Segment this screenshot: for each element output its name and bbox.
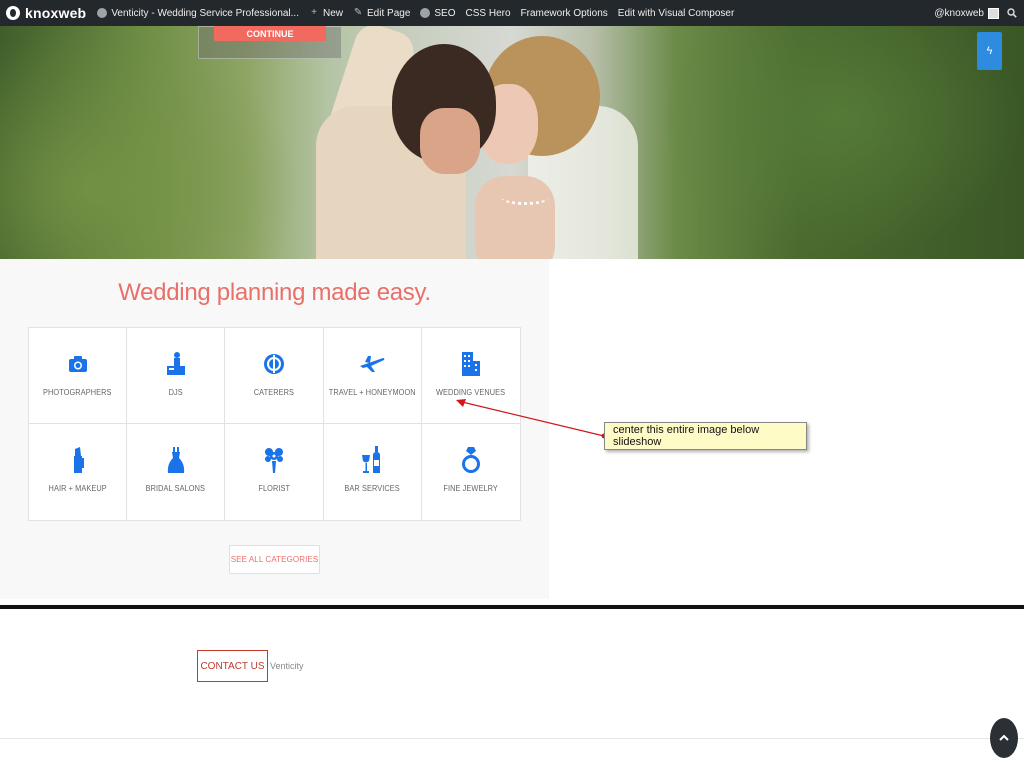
category-label: DJs <box>168 388 183 397</box>
category-label: BAR SERVICES <box>344 484 400 493</box>
building-icon <box>458 350 484 378</box>
category-label: CATERERS <box>253 388 295 397</box>
category-label: PHOTOGRAPHERS <box>43 388 112 397</box>
seo-label: SEO <box>434 7 456 19</box>
see-all-categories-button[interactable]: SEE ALL CATEGORIES <box>229 545 320 574</box>
dress-icon <box>163 446 189 474</box>
scroll-to-top-button[interactable] <box>990 718 1018 758</box>
admin-visual-composer[interactable]: Edit with Visual Composer <box>613 0 740 26</box>
category-label: HAIR + MAKEUP <box>48 484 107 493</box>
categories-panel: Wedding planning made easy. PHOTOGRAPHER… <box>0 259 549 599</box>
category-travel-honeymoon[interactable]: TRAVEL + HONEYMOON <box>323 328 422 424</box>
knoxweb-logo-icon <box>6 6 20 20</box>
category-djs[interactable]: DJs <box>127 328 226 424</box>
admin-framework-options[interactable]: Framework Options <box>516 0 613 26</box>
plate-icon <box>261 350 287 378</box>
category-bridal-salons[interactable]: BRIDAL SALONS <box>127 424 226 520</box>
user-label: @knoxweb <box>934 7 984 19</box>
bolt-button[interactable]: ϟ <box>977 32 1002 70</box>
site-title-label: Venticity - Wedding Service Professional… <box>111 7 299 19</box>
pencil-icon: ✎ <box>353 7 363 18</box>
continue-button[interactable]: CONTINUE <box>214 26 326 41</box>
category-photographers[interactable]: PHOTOGRAPHERS <box>29 328 128 424</box>
category-label: TRAVEL + HONEYMOON <box>328 388 416 397</box>
footer-brand: Venticity <box>270 661 304 671</box>
admin-search[interactable] <box>1004 0 1020 26</box>
foliage-right <box>660 26 1024 259</box>
admin-seo[interactable]: SEO <box>415 0 460 26</box>
annotation-note: center this entire image below slideshow <box>604 422 807 450</box>
categories-grid: PHOTOGRAPHERS DJs CATERERS TRAVEL + HONE… <box>28 327 521 521</box>
category-label: BRIDAL SALONS <box>146 484 206 493</box>
category-label: FINE JEWELRY <box>443 484 499 493</box>
category-hair-makeup[interactable]: HAIR + MAKEUP <box>29 424 128 520</box>
new-label: New <box>323 7 344 19</box>
bride-shoulder <box>475 176 555 259</box>
search-icon <box>1007 8 1017 18</box>
section-divider <box>0 605 1024 609</box>
admin-user-menu[interactable]: @knoxweb <box>929 0 1004 26</box>
footer-rule <box>0 738 1024 739</box>
visual-composer-label: Edit with Visual Composer <box>617 7 735 19</box>
framework-label: Framework Options <box>520 7 608 19</box>
dashboard-icon <box>97 8 108 18</box>
categories-title: Wedding planning made easy. <box>118 279 431 306</box>
category-caterers[interactable]: CATERERS <box>225 328 324 424</box>
airplane-icon <box>359 350 385 378</box>
dj-icon <box>163 350 189 378</box>
chevron-up-icon <box>999 734 1009 741</box>
bouquet-icon <box>261 446 287 474</box>
makeup-icon <box>65 446 91 474</box>
ring-icon <box>458 446 484 474</box>
admin-edit-page[interactable]: ✎ Edit Page <box>348 0 415 26</box>
edit-page-label: Edit Page <box>367 7 411 19</box>
avatar <box>988 7 999 19</box>
camera-icon <box>65 350 91 378</box>
admin-site-title[interactable]: Venticity - Wedding Service Professional… <box>92 0 304 26</box>
seo-status-icon <box>420 8 431 18</box>
admin-brand: knoxweb <box>25 5 87 21</box>
category-fine-jewelry[interactable]: FINE JEWELRY <box>422 424 520 520</box>
category-label: FLORIST <box>258 484 290 493</box>
admin-new[interactable]: + New <box>304 0 348 26</box>
category-florist[interactable]: FLORIST <box>225 424 324 520</box>
hero-slideshow <box>0 26 1024 259</box>
bride-necklace <box>502 191 548 205</box>
contact-us-button[interactable]: CONTACT US <box>197 650 268 682</box>
admin-logo[interactable]: knoxweb <box>0 0 92 26</box>
groom-face <box>420 108 480 174</box>
category-label: WEDDING VENUES <box>436 388 506 397</box>
foliage-left <box>0 26 300 259</box>
admin-bar: knoxweb Venticity - Wedding Service Prof… <box>0 0 1024 26</box>
category-bar-services[interactable]: BAR SERVICES <box>324 424 422 520</box>
css-hero-label: CSS Hero <box>465 7 511 19</box>
lightning-icon: ϟ <box>986 45 993 57</box>
admin-css-hero[interactable]: CSS Hero <box>461 0 516 26</box>
plus-icon: + <box>311 7 317 18</box>
wine-icon <box>359 446 385 474</box>
category-wedding-venues[interactable]: WEDDING VENUES <box>421 328 520 424</box>
